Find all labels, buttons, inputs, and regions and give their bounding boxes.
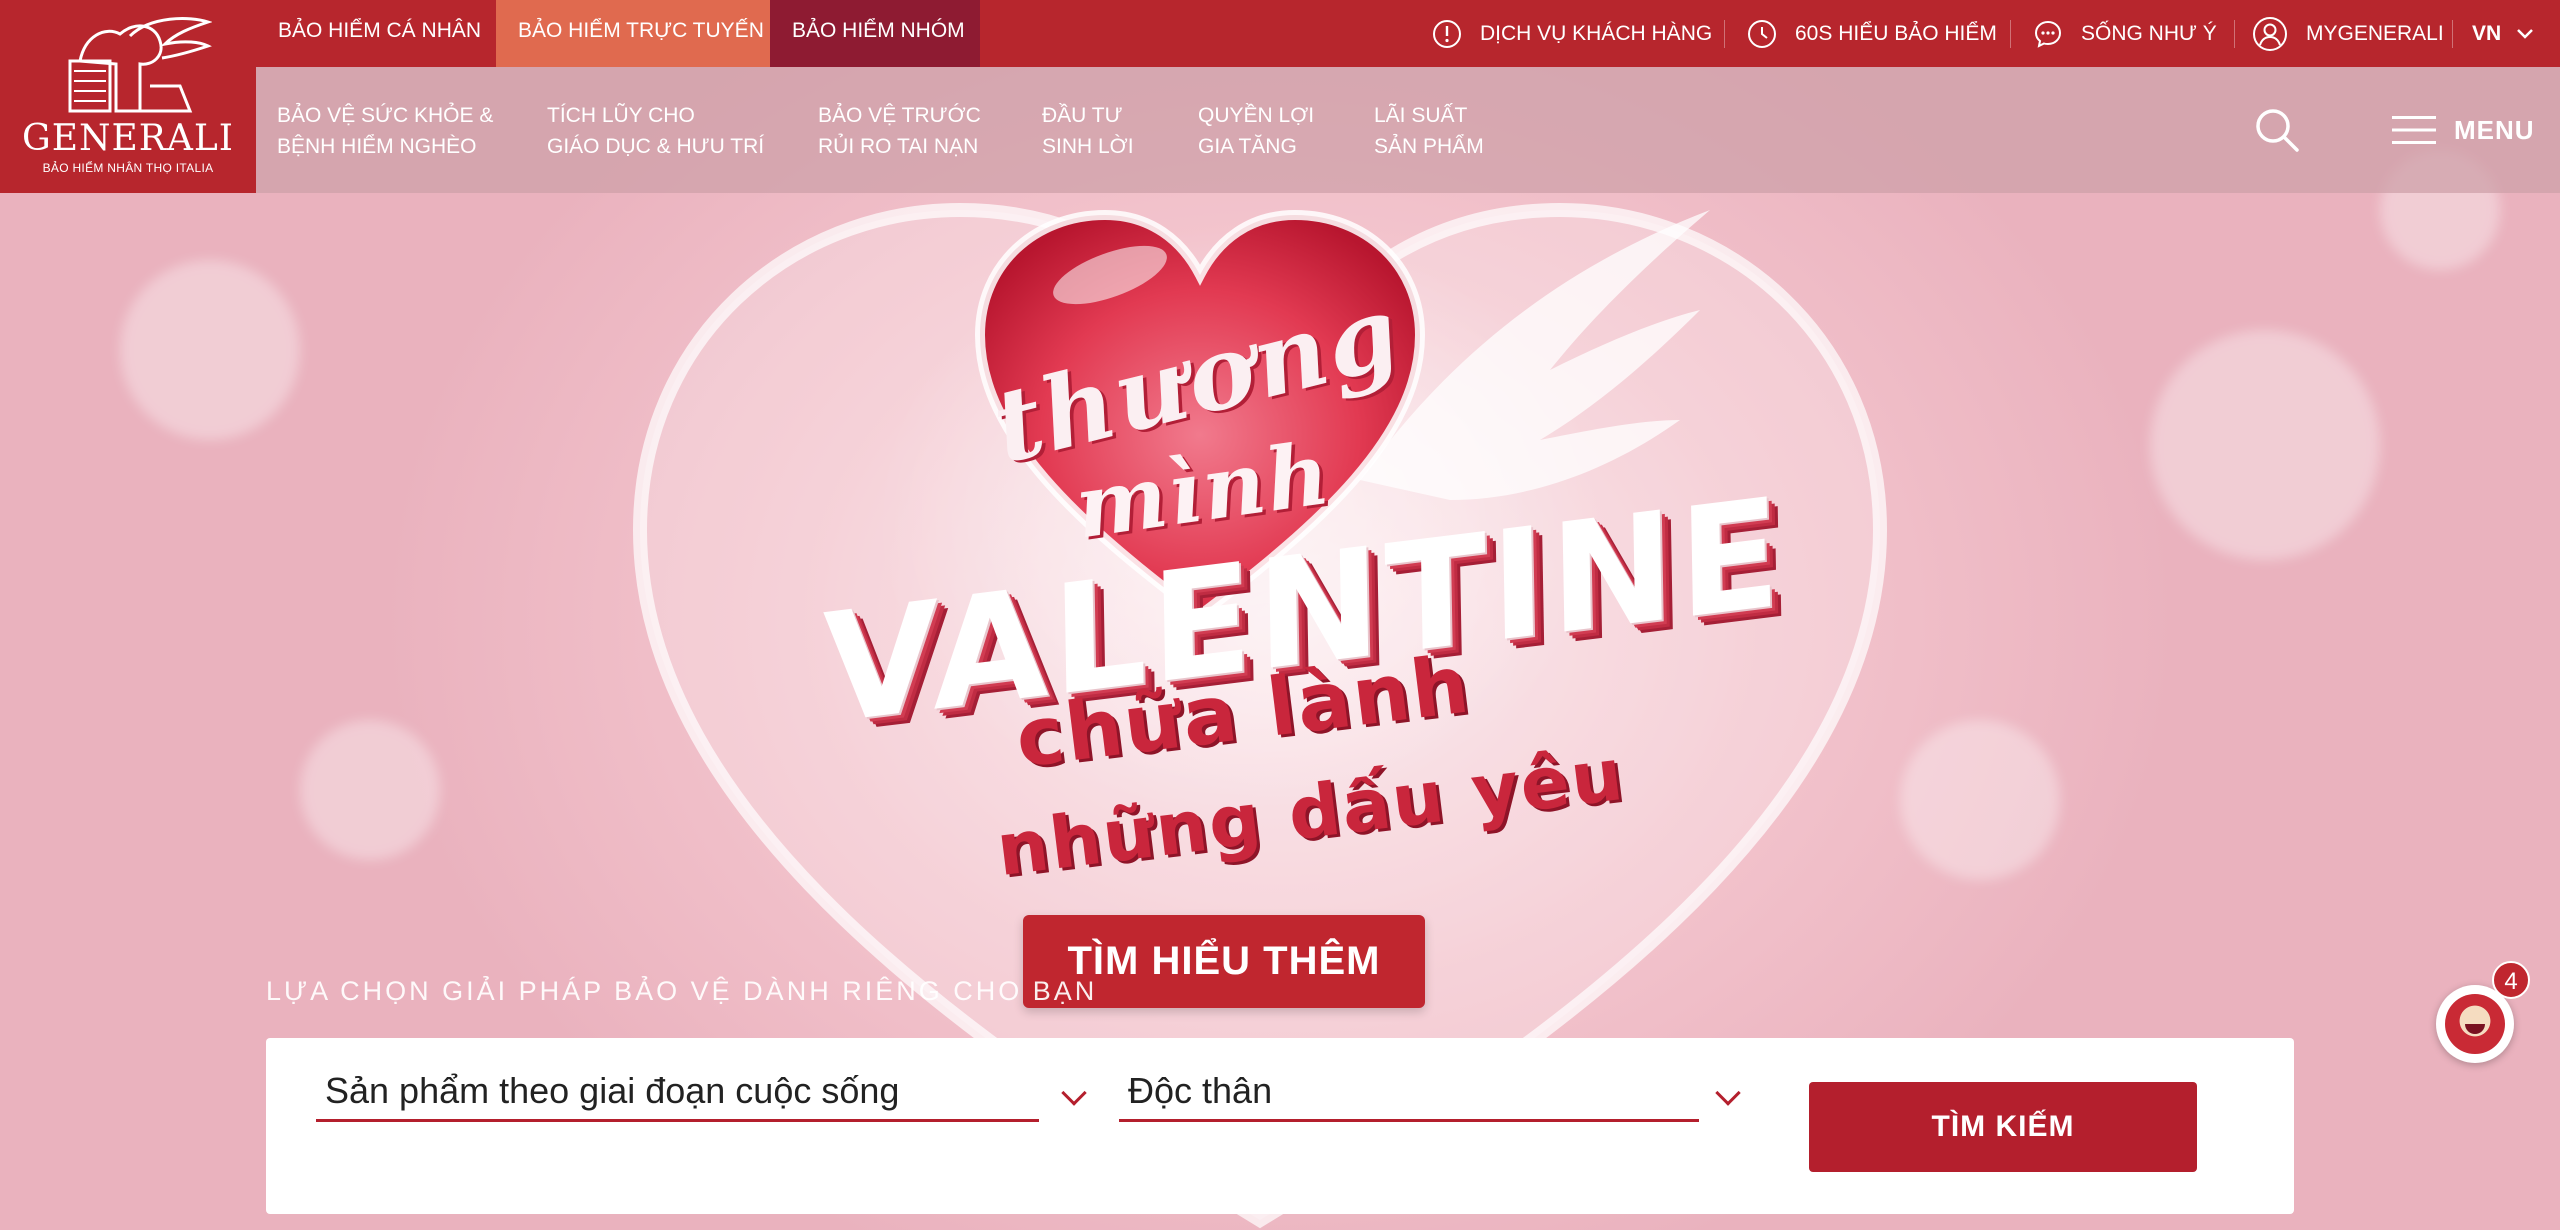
customer-service-label: DỊCH VỤ KHÁCH HÀNG <box>1480 21 1713 45</box>
nav-label-line2: BỆNH HIỂM NGHÈO <box>277 135 477 158</box>
nav-health-protection[interactable]: BẢO VỆ SỨC KHỎE & BỆNH HIỂM NGHÈO <box>277 100 493 162</box>
search-tagline: LỰA CHỌN GIẢI PHÁP BẢO VỆ DÀNH RIÊNG CHO… <box>266 976 1098 1006</box>
nav-label-line1: BẢO VỆ SỨC KHỎE & <box>277 104 494 127</box>
marital-status-select[interactable]: Độc thân <box>1119 1038 1741 1122</box>
nav-label-line2: SINH LỜI <box>1042 135 1134 158</box>
insurance-60s-link[interactable]: 60S HIỂU BẢO HIỂM <box>1747 0 1997 67</box>
nav-label-line2: GIA TĂNG <box>1198 135 1297 158</box>
bokeh-light <box>2150 330 2380 560</box>
mygenerali-link[interactable]: MYGENERALI <box>2252 0 2444 67</box>
song-nhu-y-link[interactable]: SỐNG NHƯ Ý <box>2033 0 2217 67</box>
nav-accident-protection[interactable]: BẢO VỆ TRƯỚC RỦI RO TAI NẠN <box>818 100 981 162</box>
clock-icon <box>1748 19 1776 48</box>
customer-service-link[interactable]: DỊCH VỤ KHÁCH HÀNG <box>1432 0 1712 67</box>
chat-notification-badge: 4 <box>2492 961 2530 999</box>
divider <box>2234 20 2235 48</box>
generali-logo[interactable]: GENERALI BẢO HIỂM NHÂN THỌ ITALIA <box>0 0 256 193</box>
tab-online-insurance[interactable]: BẢO HIỂM TRỰC TUYẾN <box>496 0 786 67</box>
chat-bubble-icon <box>2034 20 2062 48</box>
site-search-button[interactable] <box>2252 105 2302 155</box>
bokeh-light <box>300 720 440 860</box>
info-circle-icon <box>1433 19 1461 48</box>
logo-wordmark: GENERALI <box>21 118 235 159</box>
life-stage-select[interactable]: Sản phẩm theo giai đoạn cuộc sống <box>316 1038 1087 1122</box>
nav-label-line1: TÍCH LŨY CHO <box>547 104 695 127</box>
mygenerali-label: MYGENERALI <box>2306 21 2444 45</box>
nav-label-line2: SẢN PHẨM <box>1374 135 1484 158</box>
life-stage-value: Sản phẩm theo giai đoạn cuộc sống <box>325 1070 900 1111</box>
user-circle-icon <box>2253 16 2287 51</box>
nav-label-line1: ĐẦU TƯ <box>1042 104 1123 127</box>
main-navigation: BẢO VỆ SỨC KHỎE & BỆNH HIỂM NGHÈO TÍCH L… <box>256 67 2560 193</box>
top-bar: BẢO HIỂM CÁ NHÂN BẢO HIỂM TRỰC TUYẾN BẢO… <box>256 0 2560 67</box>
nav-investment[interactable]: ĐẦU TƯ SINH LỜI <box>1042 100 1134 162</box>
nav-label-line1: BẢO VỆ TRƯỚC <box>818 104 981 127</box>
nav-label-line2: RỦI RO TAI NẠN <box>818 135 979 158</box>
search-button[interactable]: TÌM KIẾM <box>1809 1082 2197 1172</box>
nav-label-line2: GIÁO DỤC & HƯU TRÍ <box>547 135 765 158</box>
logo-subtitle: BẢO HIỂM NHÂN THỌ ITALIA <box>42 161 214 175</box>
search-icon <box>2256 109 2299 152</box>
product-search-panel: Sản phẩm theo giai đoạn cuộc sống Độc th… <box>266 1038 2294 1214</box>
menu-button[interactable]: MENU <box>2392 109 2535 151</box>
insurance-60s-label: 60S HIỂU BẢO HIỂM <box>1795 21 1997 45</box>
tab-personal-insurance[interactable]: BẢO HIỂM CÁ NHÂN <box>256 0 504 67</box>
winged-lion-logo-icon <box>68 17 212 113</box>
tab-group-insurance[interactable]: BẢO HIỂM NHÓM <box>770 0 980 67</box>
song-nhu-y-label: SỐNG NHƯ Ý <box>2081 21 2217 45</box>
divider <box>1724 20 1725 48</box>
language-label: VN <box>2472 21 2502 45</box>
nav-education-retirement[interactable]: TÍCH LŨY CHO GIÁO DỤC & HƯU TRÍ <box>547 100 764 162</box>
nav-product-interest-rates[interactable]: LÃI SUẤT SẢN PHẨM <box>1374 100 1484 162</box>
divider <box>2010 20 2011 48</box>
nav-label-line1: QUYỀN LỢI <box>1198 104 1315 127</box>
chevron-down-icon <box>1061 1080 1087 1106</box>
divider <box>2452 20 2453 48</box>
chevron-down-icon <box>2517 28 2534 39</box>
bokeh-light <box>120 260 300 440</box>
hamburger-icon <box>2392 116 2436 144</box>
chevron-down-icon <box>1715 1080 1741 1106</box>
menu-label: MENU <box>2454 114 2535 145</box>
marital-status-value: Độc thân <box>1128 1070 1273 1111</box>
mascot-icon <box>2445 994 2505 1054</box>
nav-label-line1: LÃI SUẤT <box>1374 104 1468 127</box>
nav-added-benefits[interactable]: QUYỀN LỢI GIA TĂNG <box>1198 100 1314 162</box>
language-selector[interactable]: VN <box>2472 0 2535 67</box>
